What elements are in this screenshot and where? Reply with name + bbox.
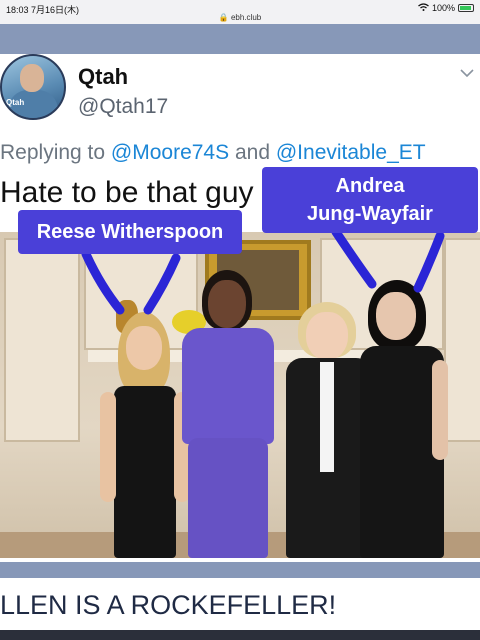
tweet-author-handle[interactable]: @Qtah17 bbox=[78, 95, 168, 119]
reply-and: and bbox=[234, 141, 271, 164]
tweet-author-name[interactable]: Qtah bbox=[78, 64, 128, 90]
lock-icon: 🔒 bbox=[218, 13, 229, 22]
annotation-label-andrea-line2: Jung-Wayfair bbox=[307, 203, 433, 225]
reply-prefix: Replying to bbox=[0, 141, 106, 164]
reply-mention-moore[interactable]: @Moore74S bbox=[111, 141, 229, 164]
wifi-icon bbox=[418, 3, 429, 13]
address-bar[interactable]: 🔒 ebh.club bbox=[0, 13, 480, 22]
page-header-band bbox=[0, 24, 480, 54]
page-headline[interactable]: LLEN IS A ROCKEFELLER! bbox=[0, 590, 336, 621]
chevron-down-icon[interactable] bbox=[460, 64, 474, 82]
status-bar: 18:03 7月16日(木) 🔒 ebh.club 100% bbox=[0, 0, 480, 24]
tweet-image[interactable] bbox=[0, 232, 480, 558]
tweet-text: Hate to be that guy bbox=[0, 176, 254, 209]
url-text: ebh.club bbox=[230, 13, 262, 22]
person-4 bbox=[356, 280, 452, 558]
avatar-tag: Qtah bbox=[6, 98, 25, 107]
avatar[interactable]: Qtah bbox=[0, 54, 66, 120]
battery-icon bbox=[458, 4, 474, 12]
battery-percent: 100% bbox=[431, 3, 455, 13]
annotation-label-andrea: Andrea Jung-Wayfair bbox=[262, 167, 478, 233]
status-indicators: 100% bbox=[418, 3, 474, 13]
reply-mention-inevitable[interactable]: @Inevitable_ET bbox=[276, 141, 426, 164]
reply-context: Replying to @Moore74S and @Inevitable_ET bbox=[0, 141, 426, 165]
annotation-label-andrea-line1: Andrea bbox=[335, 175, 405, 197]
annotation-label-reese: Reese Witherspoon bbox=[18, 210, 242, 254]
wall-panel bbox=[4, 238, 80, 442]
next-content-strip bbox=[0, 630, 480, 640]
person-2 bbox=[174, 270, 282, 558]
